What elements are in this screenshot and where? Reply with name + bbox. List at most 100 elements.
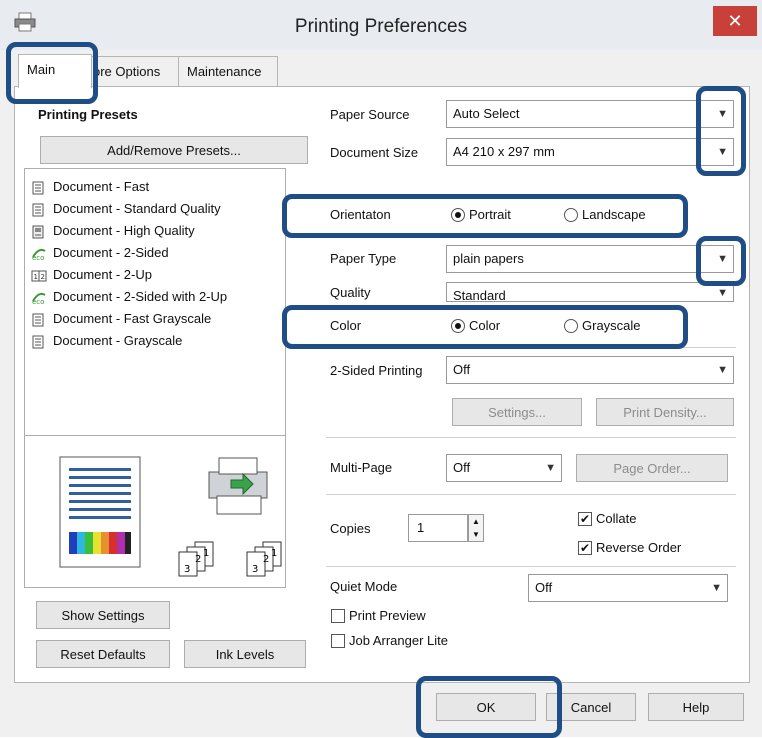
decrement-arrow-icon[interactable]: ▼: [469, 528, 483, 541]
document-icon: [31, 313, 47, 327]
help-button[interactable]: Help: [648, 693, 744, 721]
collate-checkbox[interactable]: ✔: [578, 512, 592, 526]
collate-label: Collate: [596, 511, 637, 526]
svg-text:2: 2: [41, 273, 45, 281]
reverse-order-checkbox[interactable]: ✔: [578, 541, 592, 555]
job-arranger-label: Job Arranger Lite: [349, 633, 449, 648]
window-title: Printing Preferences: [294, 16, 468, 37]
copies-stepper[interactable]: ▲ ▼: [468, 514, 484, 542]
order-label-2: 2: [195, 554, 201, 565]
grayscale-radio[interactable]: [564, 319, 578, 333]
page-preview-icon: [59, 456, 141, 571]
divider: [326, 347, 736, 348]
tab-more-options-label: ore Options: [93, 64, 161, 79]
orientation-label: Orientaton: [330, 207, 391, 222]
document-icon: [31, 203, 47, 217]
portrait-radio[interactable]: [451, 208, 465, 222]
presets-heading: Printing Presets: [38, 107, 138, 122]
print-preview-checkbox[interactable]: [331, 609, 345, 623]
chevron-down-icon: ▼: [717, 364, 728, 376]
divider: [326, 494, 736, 495]
order-label-1: 1: [271, 548, 277, 559]
preset-item[interactable]: Document - Grayscale: [31, 331, 182, 351]
chevron-down-icon: ▼: [545, 462, 556, 474]
order-label-1: 1: [203, 548, 209, 559]
print-preview-label: Print Preview: [349, 608, 426, 623]
tab-main[interactable]: Main: [18, 54, 92, 88]
page-order-button[interactable]: Page Order...: [576, 454, 728, 482]
paper-source-label: Paper Source: [330, 107, 410, 122]
preset-item[interactable]: 1 2 Document - 2-Up: [31, 265, 152, 285]
printing-preferences-dialog: Printing Preferences ✕ Main ore Options …: [0, 0, 762, 738]
job-arranger-checkbox[interactable]: [331, 634, 345, 648]
paper-type-label: Paper Type: [330, 251, 397, 266]
chevron-down-icon: ▼: [717, 287, 728, 299]
quiet-mode-select[interactable]: Off ▼: [528, 574, 728, 602]
ok-button[interactable]: OK: [436, 693, 536, 721]
two-sided-select[interactable]: Off ▼: [446, 356, 734, 384]
preset-item[interactable]: Document - Standard Quality: [31, 199, 221, 219]
svg-text:eco: eco: [32, 254, 44, 261]
quiet-mode-value: Off: [535, 580, 553, 595]
increment-arrow-icon[interactable]: ▲: [469, 515, 483, 528]
copies-value: 1: [417, 520, 425, 535]
preset-item[interactable]: eco Document - 2-Sided with 2-Up: [31, 287, 227, 307]
tab-main-label: Main: [27, 62, 56, 77]
show-settings-button[interactable]: Show Settings: [36, 601, 170, 629]
printer-graphic-icon: [203, 450, 275, 523]
document-high-icon: [31, 225, 47, 239]
preset-label: Document - Fast: [53, 179, 150, 194]
quality-value: Standard: [453, 288, 506, 302]
multi-page-label: Multi-Page: [330, 460, 393, 475]
tab-more-options[interactable]: ore Options: [84, 56, 180, 87]
reset-defaults-button[interactable]: Reset Defaults: [36, 640, 170, 668]
close-button[interactable]: ✕: [713, 6, 757, 36]
svg-text:eco: eco: [32, 298, 44, 305]
preset-item[interactable]: Document - Fast: [31, 177, 149, 197]
two-sided-value: Off: [453, 362, 471, 377]
chevron-down-icon: ▼: [717, 146, 728, 158]
landscape-radio[interactable]: [564, 208, 578, 222]
color-radio[interactable]: [451, 319, 465, 333]
two-up-icon: 12: [31, 269, 47, 283]
print-density-button[interactable]: Print Density...: [596, 398, 734, 426]
document-size-select[interactable]: A4 210 x 297 mm ▼: [446, 138, 734, 166]
paper-type-select[interactable]: plain papers ▼: [446, 245, 734, 273]
cancel-button[interactable]: Cancel: [546, 693, 636, 721]
order-label-3: 3: [184, 564, 190, 575]
preset-label: Document - Grayscale: [53, 333, 183, 348]
svg-text:1: 1: [34, 273, 38, 281]
preset-item[interactable]: Document - High Quality: [31, 221, 195, 241]
quality-label: Quality: [330, 285, 371, 300]
multi-page-select[interactable]: Off ▼: [446, 454, 562, 482]
preset-label: Document - Fast Grayscale: [53, 311, 212, 326]
tab-maintenance-label: Maintenance: [187, 64, 262, 79]
presets-list: Document - Fast Document - Standard Qual…: [24, 168, 286, 436]
print-preview-area: 3 2 1 3 2 1: [24, 436, 286, 588]
preset-item[interactable]: Document - Fast Grayscale: [31, 309, 211, 329]
chevron-down-icon: ▼: [717, 253, 728, 265]
portrait-label: Portrait: [469, 207, 511, 222]
add-remove-presets-button[interactable]: Add/Remove Presets...: [40, 136, 308, 164]
order-label-3: 3: [252, 564, 258, 575]
paper-source-value: Auto Select: [453, 106, 520, 121]
document-size-label: Document Size: [330, 145, 419, 160]
preset-label: Document - Standard Quality: [53, 201, 221, 216]
preset-label: Document - 2-Sided: [53, 245, 169, 260]
divider: [326, 566, 736, 567]
ink-levels-button[interactable]: Ink Levels: [184, 640, 306, 668]
quality-select[interactable]: Standard ▼: [446, 282, 734, 302]
paper-source-select[interactable]: Auto Select ▼: [446, 100, 734, 128]
two-sided-label: 2-Sided Printing: [330, 363, 423, 378]
color-label: Color: [330, 318, 362, 333]
chevron-down-icon: ▼: [711, 582, 722, 594]
preset-item[interactable]: eco Document - 2-Sided: [31, 243, 169, 263]
tab-maintenance[interactable]: Maintenance: [178, 56, 278, 87]
paper-type-value: plain papers: [453, 251, 524, 266]
collate-order-icon: 3 2 1: [175, 540, 219, 581]
color-option-label: Color: [469, 318, 501, 333]
copies-input[interactable]: 1: [408, 514, 468, 542]
preset-label: Document - 2-Up: [53, 267, 152, 282]
preset-label: Document - 2-Sided with 2-Up: [53, 289, 228, 304]
settings-button[interactable]: Settings...: [452, 398, 582, 426]
